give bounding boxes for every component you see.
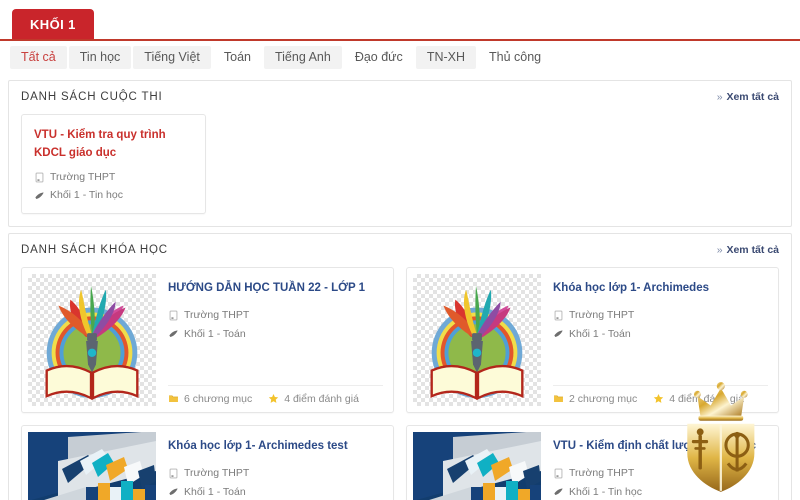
course-see-all-label: Xem tất cả	[726, 243, 779, 256]
tag-icon	[169, 488, 178, 495]
subject-tab-2[interactable]: Tiếng Việt	[133, 45, 211, 70]
contest-section-title: DANH SÁCH CUỘC THI	[21, 91, 163, 103]
grade-tab-khoi-1[interactable]: KHỐI 1	[12, 9, 94, 39]
course-card[interactable]: Khóa học lớp 1- Archimedes test Trường TH…	[21, 424, 394, 500]
subject-tab-4[interactable]: Tiếng Anh	[263, 45, 342, 70]
course-card-rating: 4 điểm đánh giá	[653, 393, 744, 405]
course-thumbnail	[413, 431, 541, 500]
course-card-category-label: Khối 1 - Tin học	[569, 485, 642, 498]
subject-tab-3[interactable]: Toán	[213, 46, 262, 70]
course-card-body: VTU - Kiểm định chất lượng giáo dục Trườn…	[541, 426, 778, 500]
subject-tab-5[interactable]: Đạo đức	[344, 46, 414, 70]
course-card-school-label: Trường THPT	[184, 467, 250, 479]
course-card-school-label: Trường THPT	[569, 467, 635, 479]
chevron-right-icon: »	[716, 243, 723, 256]
course-card-title: Khóa học lớp 1- Archimedes test	[168, 439, 348, 452]
course-card-footer: 6 chương mục 4 điểm đánh giá	[168, 384, 383, 412]
subject-tab-1[interactable]: Tin học	[68, 45, 132, 70]
tag-icon	[169, 330, 178, 337]
course-card-title: Khóa học lớp 1- Archimedes	[553, 281, 710, 294]
school-building-icon	[554, 468, 563, 479]
course-card-footer: 2 chương mục 4 điểm đánh giá	[553, 384, 768, 412]
contest-list-panel: DANH SÁCH CUỘC THI » Xem tất cả VTU - Ki…	[8, 80, 792, 227]
subject-tab-bar: Tất cả Tin học Tiếng Việt Toán Tiếng Anh Đạo …	[0, 41, 800, 74]
course-card-school: Trường THPT	[168, 467, 383, 481]
course-card-body: Khóa học lớp 1- Archimedes test Trường TH…	[156, 426, 393, 500]
course-card-category-label: Khối 1 - Toán	[569, 327, 631, 340]
star-icon	[269, 394, 279, 404]
course-thumbnail	[28, 431, 156, 500]
course-section-title: DANH SÁCH KHÓA HỌC	[21, 243, 168, 256]
course-card-chapters-label: 2 chương mục	[569, 392, 638, 405]
course-card-school-label: Trường THPT	[184, 309, 250, 321]
course-card-category-label: Khối 1 - Toán	[184, 327, 246, 340]
course-card-school-label: Trường THPT	[569, 309, 635, 321]
course-card-rating-label: 4 điểm đánh giá	[284, 392, 359, 405]
chevron-right-icon: »	[716, 91, 723, 103]
course-card-grid: HƯỚNG DẪN HỌC TUẦN 22 - LỚP 1 Trường THPT…	[21, 266, 779, 500]
course-card-body: Khóa học lớp 1- Archimedes Trường THPT Khố…	[541, 268, 778, 412]
course-card-title: HƯỚNG DẪN HỌC TUẦN 22 - LỚP 1	[168, 281, 365, 294]
course-card-chapters: 6 chương mục	[168, 393, 252, 405]
course-card[interactable]: Khóa học lớp 1- Archimedes Trường THPT Khố…	[406, 266, 779, 413]
folder-icon	[554, 395, 563, 403]
course-card[interactable]: VTU - Kiểm định chất lượng giáo dục Trườn…	[406, 424, 779, 500]
course-card-school: Trường THPT	[168, 309, 383, 323]
course-see-all-link[interactable]: » Xem tất cả	[717, 244, 779, 256]
course-card-category: Khối 1 - Toán	[553, 328, 768, 342]
course-card-title: VTU - Kiểm định chất lượng giáo dục	[553, 439, 757, 452]
contest-card-title: VTU - Kiểm tra quy trình KDCL giáo dục	[34, 129, 166, 159]
tag-icon	[35, 192, 44, 199]
school-building-icon	[35, 172, 44, 183]
contest-see-all-label: Xem tất cả	[726, 91, 779, 103]
course-card[interactable]: HƯỚNG DẪN HỌC TUẦN 22 - LỚP 1 Trường THPT…	[21, 266, 394, 413]
subject-tab-0[interactable]: Tất cả	[10, 45, 67, 70]
course-card-chapters: 2 chương mục	[553, 393, 637, 405]
course-thumbnail	[28, 273, 156, 406]
contest-card-school: Trường THPT	[34, 171, 193, 185]
star-icon	[654, 394, 664, 404]
course-card-category-label: Khối 1 - Toán	[184, 485, 246, 498]
contest-card[interactable]: VTU - Kiểm tra quy trình KDCL giáo dục Tr…	[21, 114, 206, 214]
course-card-category: Khối 1 - Toán	[168, 328, 383, 342]
course-card-body: HƯỚNG DẪN HỌC TUẦN 22 - LỚP 1 Trường THPT…	[156, 268, 393, 412]
grade-tab-bar: KHỐI 1	[0, 0, 800, 41]
course-panel-header: DANH SÁCH KHÓA HỌC » Xem tất cả	[21, 244, 779, 256]
course-list-panel: DANH SÁCH KHÓA HỌC » Xem tất cả HƯỚNG DẪ…	[8, 232, 792, 500]
school-building-icon	[169, 310, 178, 321]
course-card-chapters-label: 6 chương mục	[184, 392, 253, 405]
contest-panel-header: DANH SÁCH CUỘC THI » Xem tất cả	[21, 91, 779, 103]
folder-icon	[169, 395, 178, 403]
course-card-category: Khối 1 - Toán	[168, 486, 383, 500]
course-card-category: Khối 1 - Tin học	[553, 486, 768, 500]
subject-tab-7[interactable]: Thủ công	[478, 46, 552, 70]
page-root: KHỐI 1 Tất cả Tin học Tiếng Việt Toán Tiếng …	[0, 0, 800, 500]
course-card-rating-label: 4 điểm đánh giá	[669, 392, 744, 405]
tag-icon	[554, 488, 563, 495]
school-building-icon	[169, 468, 178, 479]
contest-card-grid: VTU - Kiểm tra quy trình KDCL giáo dục Tr…	[21, 114, 779, 214]
course-card-rating: 4 điểm đánh giá	[268, 393, 359, 405]
course-card-school: Trường THPT	[553, 309, 768, 323]
course-card-school: Trường THPT	[553, 467, 768, 481]
contest-card-school-label: Trường THPT	[50, 170, 116, 183]
contest-card-category-label: Khối 1 - Tin học	[50, 189, 123, 202]
subject-tab-6[interactable]: TN-XH	[415, 45, 477, 70]
tag-icon	[554, 330, 563, 337]
course-thumbnail	[413, 273, 541, 406]
contest-see-all-link[interactable]: » Xem tất cả	[717, 91, 779, 103]
school-building-icon	[554, 310, 563, 321]
contest-card-category: Khối 1 - Tin học	[34, 189, 193, 203]
